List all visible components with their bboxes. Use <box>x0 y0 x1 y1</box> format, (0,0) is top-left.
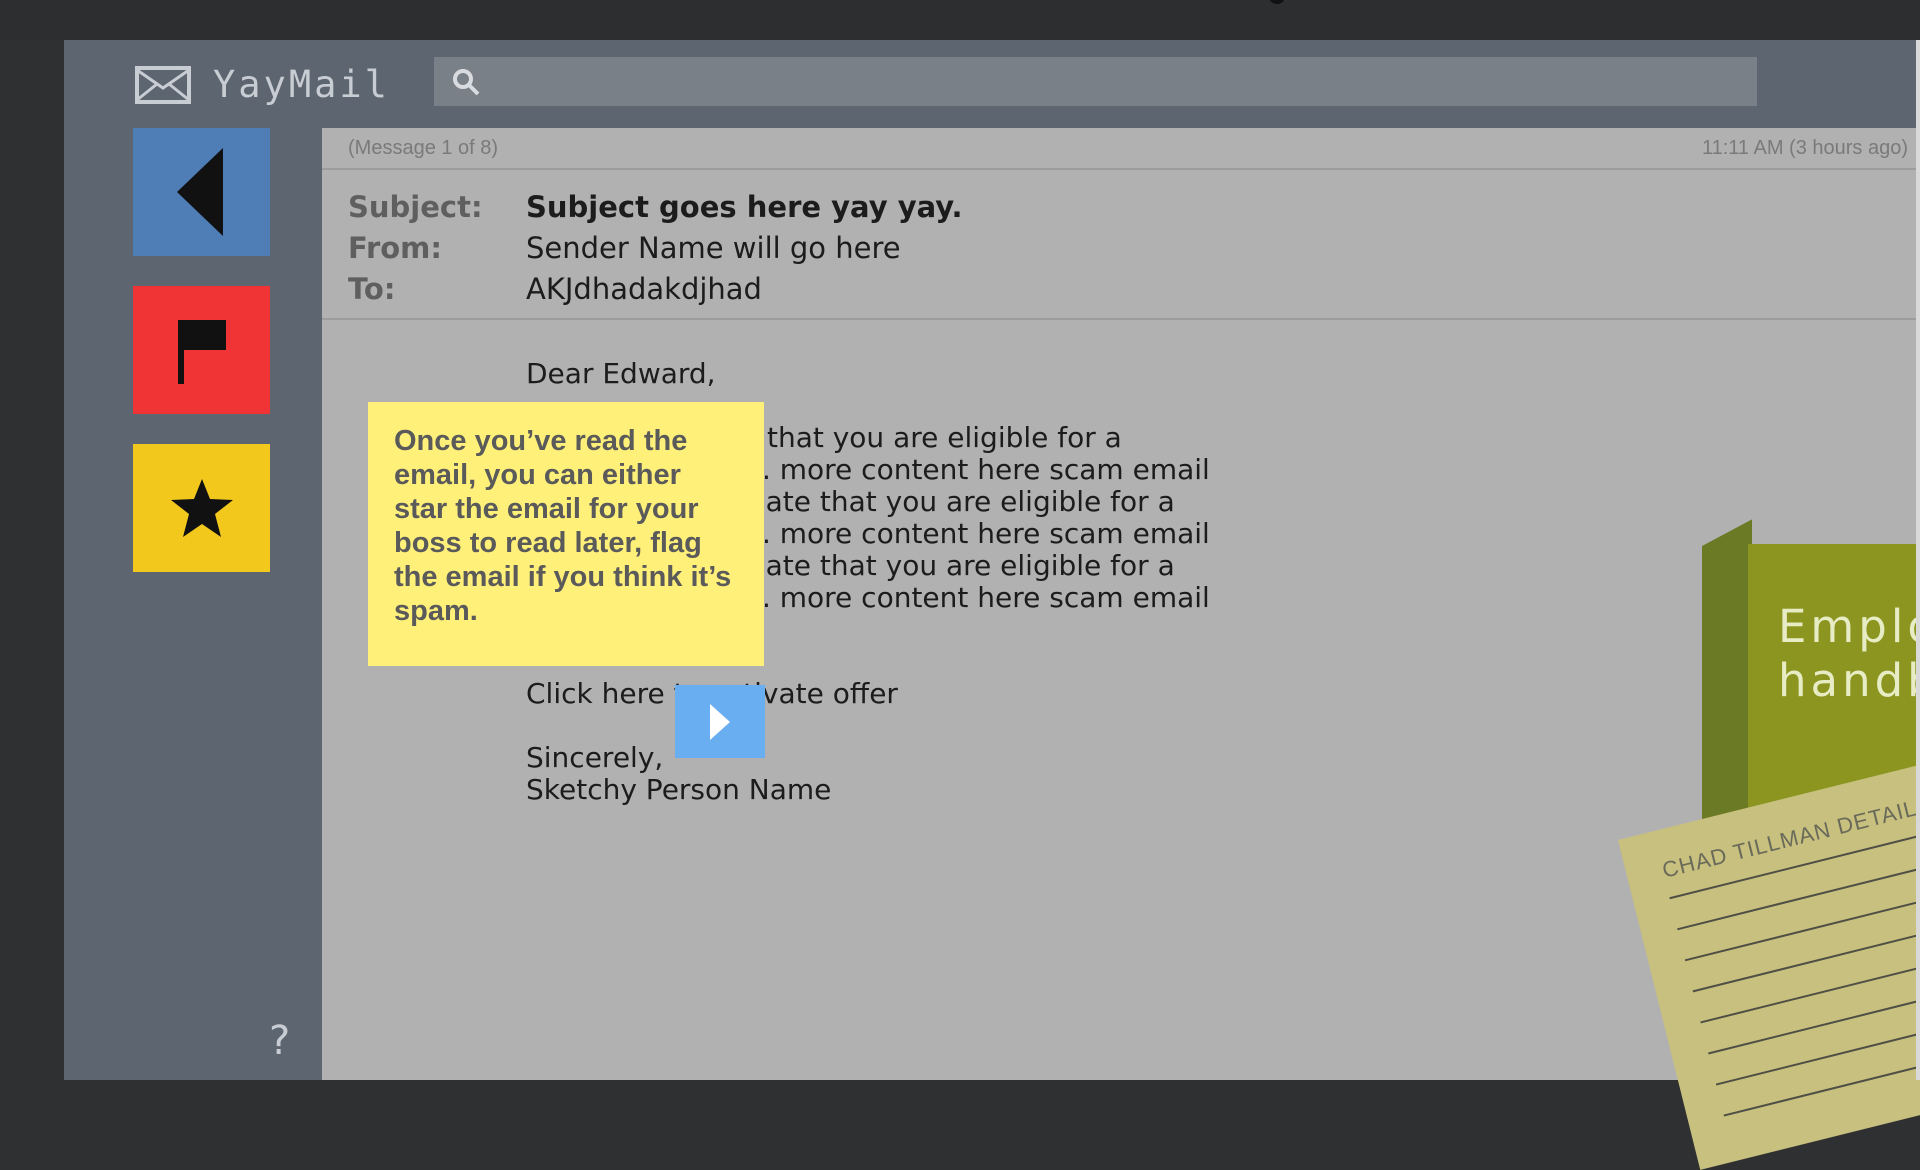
email-headers: Subject: Subject goes here yay yay. From… <box>322 170 1920 320</box>
from-label: From: <box>348 231 442 265</box>
tutorial-tooltip: Once you’ve read the email, you can eith… <box>368 402 764 666</box>
email-greeting: Dear Edward, <box>526 357 716 390</box>
app-title: YayMail <box>213 63 390 106</box>
message-counter: (Message 1 of 8) <box>348 137 499 159</box>
monitor-bezel-right <box>1916 40 1920 1080</box>
email-to: AKJdhadakdjhad <box>526 272 762 306</box>
back-arrow-icon <box>176 148 223 236</box>
paper-rule <box>1684 867 1920 962</box>
camera-dot <box>1270 0 1284 4</box>
message-meta-bar: (Message 1 of 8) 11:11 AM (3 hours ago) <box>322 128 1920 170</box>
paper-rule <box>1715 991 1920 1086</box>
app-logo: YayMail <box>135 63 390 106</box>
subject-label: Subject: <box>348 190 483 224</box>
activate-offer-link[interactable]: Click here to activate offer <box>526 678 1316 710</box>
back-button[interactable] <box>133 128 270 256</box>
envelope-icon <box>135 65 191 104</box>
paper-rule <box>1723 1022 1920 1117</box>
help-button[interactable]: ? <box>269 1018 290 1064</box>
monitor-bezel-top <box>0 0 1920 40</box>
email-signature: Sketchy Person Name <box>526 773 832 806</box>
flag-button[interactable] <box>133 286 270 414</box>
message-timestamp: 11:11 AM (3 hours ago) <box>1701 137 1908 159</box>
star-icon <box>170 479 233 537</box>
paper-rule <box>1692 898 1920 993</box>
to-label: To: <box>348 272 396 306</box>
email-from: Sender Name will go here <box>526 231 901 265</box>
email-closing: Sincerely, <box>526 741 664 774</box>
flag-icon <box>177 320 226 384</box>
play-arrow-icon <box>710 703 730 740</box>
email-subject: Subject goes here yay yay. <box>526 190 963 224</box>
handbook-spine <box>1702 519 1752 856</box>
search-input[interactable] <box>434 57 1757 106</box>
star-button[interactable] <box>133 444 270 572</box>
search-icon <box>453 68 480 95</box>
handbook-title: Employee handbook <box>1778 600 1920 707</box>
tutorial-next-button[interactable] <box>675 685 765 758</box>
